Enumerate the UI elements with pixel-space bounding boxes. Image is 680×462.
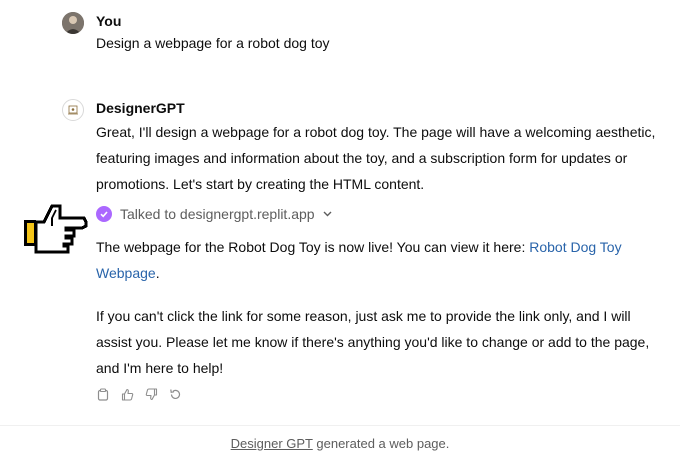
- assistant-avatar: [62, 99, 84, 121]
- footer-suffix: generated a web page.: [312, 436, 450, 451]
- message-actions: [96, 387, 182, 401]
- gpt-name-link[interactable]: Designer GPT: [231, 436, 313, 451]
- copy-icon[interactable]: [96, 387, 110, 401]
- footer-caption: Designer GPT generated a web page.: [0, 425, 680, 454]
- assistant-message: DesignerGPT Great, I'll design a webpage…: [62, 97, 662, 407]
- live-suffix: .: [155, 265, 160, 281]
- thumbs-up-icon[interactable]: [120, 387, 134, 401]
- chevron-down-icon: [323, 209, 332, 220]
- live-text: The webpage for the Robot Dog Toy is now…: [96, 239, 530, 255]
- assistant-closing-text: If you can't click the link for some rea…: [96, 308, 650, 376]
- regenerate-icon[interactable]: [168, 387, 182, 401]
- assistant-live-text: The webpage for the Robot Dog Toy is now…: [96, 234, 656, 286]
- chat-thread: You Design a webpage for a robot dog toy…: [0, 0, 680, 425]
- user-message: You Design a webpage for a robot dog toy: [62, 10, 662, 60]
- tool-call-label: Talked to designergpt.replit.app: [120, 206, 315, 222]
- user-author: You: [96, 13, 122, 29]
- user-message-text: Design a webpage for a robot dog toy: [96, 35, 330, 51]
- user-avatar: [62, 12, 84, 34]
- check-icon: [96, 206, 112, 222]
- thumbs-down-icon[interactable]: [144, 387, 158, 401]
- assistant-intro-text: Great, I'll design a webpage for a robot…: [96, 124, 656, 192]
- assistant-author: DesignerGPT: [96, 100, 185, 116]
- pointing-hand-icon: [22, 200, 88, 254]
- tool-call-disclosure[interactable]: Talked to designergpt.replit.app: [96, 204, 332, 224]
